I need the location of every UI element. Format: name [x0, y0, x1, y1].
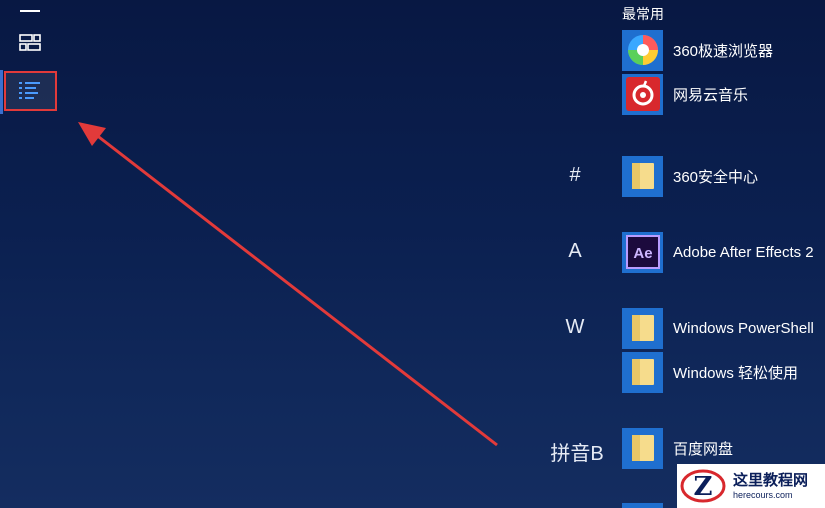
group-header-hash[interactable]: #	[545, 164, 605, 187]
app-item-360-security[interactable]: 360安全中心	[622, 155, 758, 197]
svg-text:Ae: Ae	[633, 245, 652, 262]
group-header-pinyin-b[interactable]: 拼音B	[545, 437, 609, 466]
folder-icon	[622, 307, 663, 349]
watermark-logo-letter: Z	[694, 472, 713, 502]
netease-music-icon	[622, 73, 663, 115]
app-item-baidu-netdisk[interactable]: 百度网盘	[622, 427, 733, 469]
after-effects-icon: Ae	[622, 231, 663, 273]
app-name: Windows 轻松使用	[673, 364, 799, 382]
site-watermark: Z 这里教程网 herecours.com	[677, 464, 825, 508]
app-name: 360极速浏览器	[673, 42, 774, 60]
app-item-after-effects[interactable]: Ae Adobe After Effects 2	[622, 231, 814, 273]
app-name: 网易云音乐	[673, 86, 749, 104]
app-item-360-browser[interactable]: 360极速浏览器	[622, 29, 773, 71]
app-item-windows-powershell[interactable]: Windows PowerShell	[622, 307, 814, 349]
watermark-logo-icon: Z	[680, 469, 726, 503]
watermark-title: 这里教程网	[733, 470, 809, 489]
app-name: Windows PowerShell	[673, 319, 814, 337]
app-item-windows-ease-of-access[interactable]: Windows 轻松使用	[622, 351, 798, 393]
watermark-url: herecours.com	[733, 489, 793, 500]
app-name: Adobe After Effects 2	[673, 243, 814, 261]
group-header-w[interactable]: W	[545, 316, 605, 339]
app-name: 360安全中心	[673, 168, 759, 186]
folder-icon	[622, 155, 663, 197]
folder-icon	[622, 427, 663, 469]
folder-icon	[622, 351, 663, 393]
next-app-tile-partial[interactable]	[622, 503, 663, 508]
app-item-netease-music[interactable]: 网易云音乐	[622, 73, 748, 115]
group-header-a[interactable]: A	[545, 240, 605, 263]
most-used-heading: 最常用	[622, 6, 664, 22]
app-name: 百度网盘	[673, 440, 734, 458]
360-browser-icon	[622, 29, 663, 71]
